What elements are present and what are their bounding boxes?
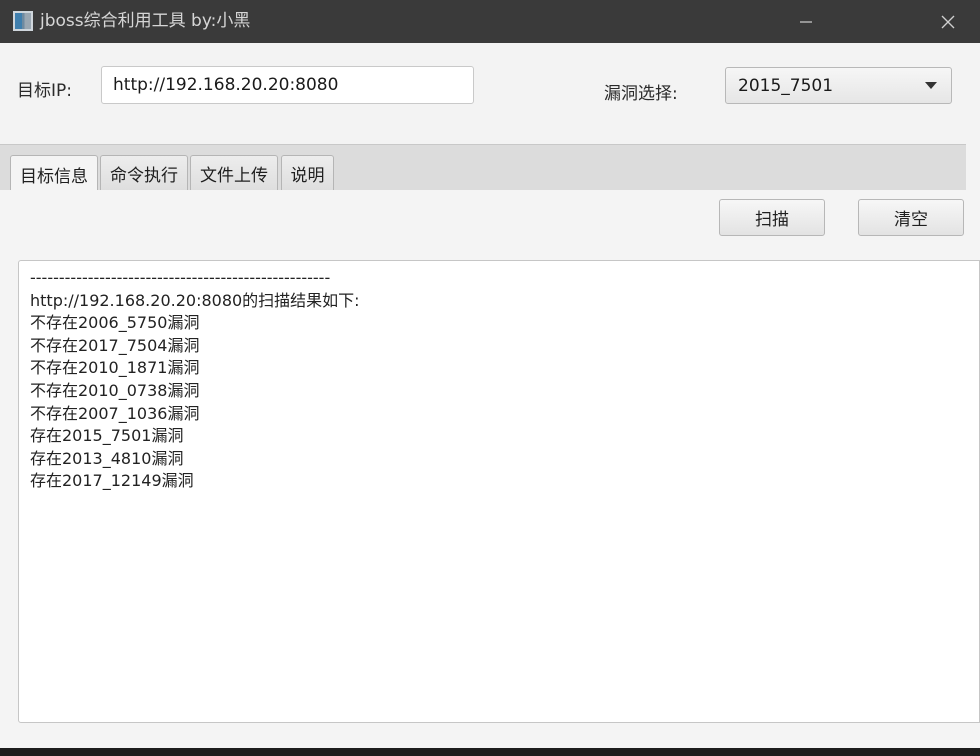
app-window: jboss综合利用工具 by:小黑 目标IP: 漏洞选择: 2015_7501 … (0, 0, 980, 756)
output-line: 存在2013_4810漏洞 (30, 448, 184, 468)
clear-button[interactable]: 清空 (858, 199, 964, 236)
scan-button[interactable]: 扫描 (719, 199, 825, 236)
minimize-button[interactable] (776, 0, 836, 43)
tab-file-upload[interactable]: 文件上传 (190, 155, 278, 191)
output-line: 不存在2006_5750漏洞 (30, 313, 200, 333)
vuln-select-value: 2015_7501 (738, 76, 834, 96)
tab-command-exec[interactable]: 命令执行 (100, 155, 188, 191)
target-ip-input[interactable] (101, 66, 474, 104)
tab-bar: 目标信息 命令执行 文件上传 说明 (0, 144, 966, 192)
target-ip-label: 目标IP: (17, 81, 72, 101)
vuln-select[interactable]: 2015_7501 (725, 67, 952, 104)
window-bottom-edge (0, 748, 980, 756)
output-line: 存在2015_7501漏洞 (30, 426, 184, 446)
minimize-icon (800, 20, 812, 23)
tab-target-info[interactable]: 目标信息 (10, 155, 98, 192)
output-line: 不存在2017_7504漏洞 (30, 335, 200, 355)
close-button[interactable] (918, 0, 978, 43)
output-line: ----------------------------------------… (30, 268, 331, 287)
output-line: 不存在2010_0738漏洞 (30, 380, 200, 400)
target-info-panel: 扫描 清空 ----------------------------------… (0, 190, 980, 756)
close-icon (941, 15, 955, 28)
scan-output-textarea[interactable]: ----------------------------------------… (18, 260, 980, 723)
output-line: http://192.168.20.20:8080的扫描结果如下: (30, 290, 360, 310)
tab-instructions[interactable]: 说明 (281, 155, 334, 191)
vuln-select-label: 漏洞选择: (604, 84, 678, 104)
title-bar[interactable]: jboss综合利用工具 by:小黑 (0, 0, 980, 43)
output-line: 不存在2007_1036漏洞 (30, 403, 200, 423)
output-line: 存在2017_12149漏洞 (30, 471, 194, 491)
window-title: jboss综合利用工具 by:小黑 (40, 11, 251, 31)
app-icon (13, 11, 33, 31)
chevron-down-icon (925, 82, 937, 89)
output-line: 不存在2010_1871漏洞 (30, 358, 200, 378)
